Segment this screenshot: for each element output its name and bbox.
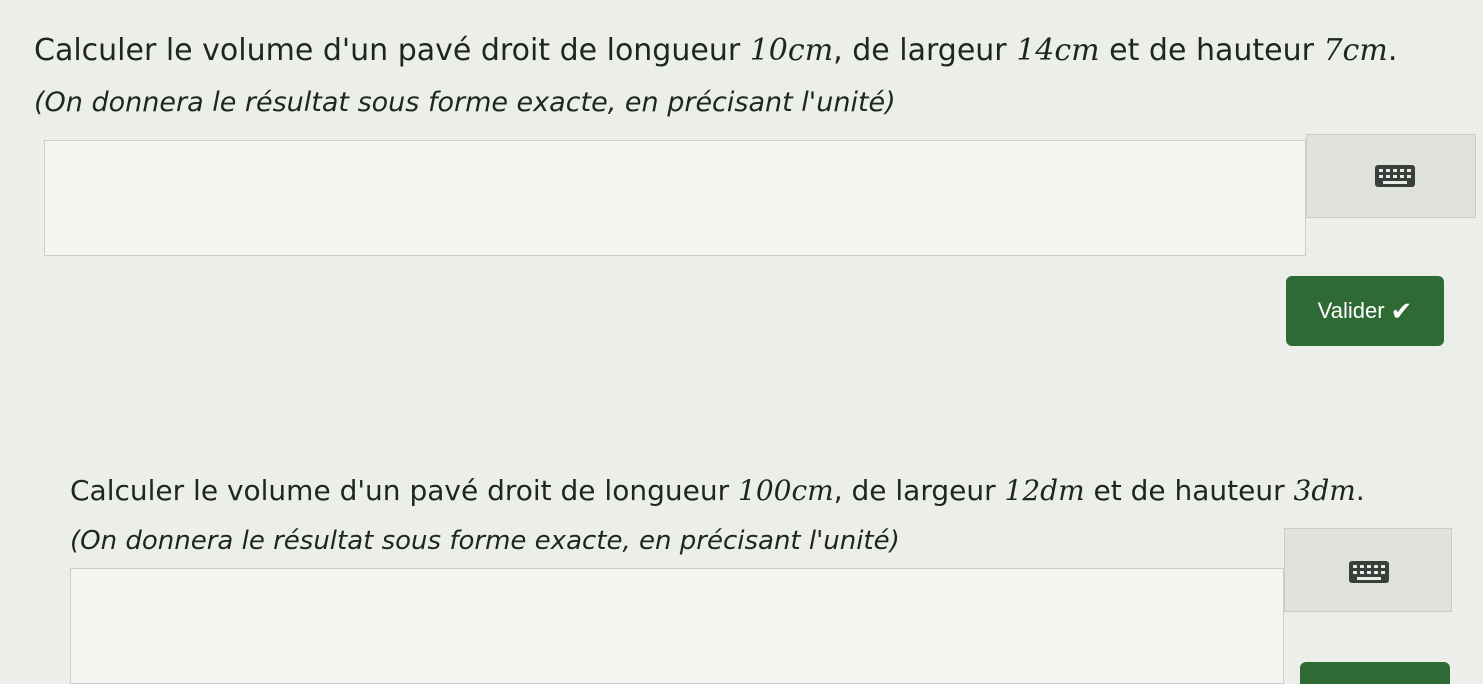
question1-length: 10cm [749,33,834,68]
question2-answer-input[interactable] [70,568,1284,684]
question1-keyboard-panel [1306,134,1476,218]
question1-width: 14cm [1016,33,1100,68]
question2-mid1: , de largeur [833,474,1005,507]
question1-text: Calculer le volume d'un pavé droit de lo… [34,34,1397,68]
validate-button-2[interactable] [1300,662,1450,684]
question2-text: Calculer le volume d'un pavé droit de lo… [70,474,1365,508]
question2-width: 12dm [1004,474,1085,507]
question2-keyboard-panel [1284,528,1452,612]
question1-mid1: , de largeur [833,33,1017,68]
check-icon: ✔ [1390,296,1413,326]
exercise-page: Calculer le volume d'un pavé droit de lo… [0,0,1483,684]
question2-instruction: (On donnera le résultat sous forme exact… [70,526,900,556]
keyboard-icon[interactable] [1349,561,1389,583]
question1-mid2: et de hauteur [1099,33,1324,68]
validate-button[interactable]: Valider ✔ [1286,276,1444,346]
question2-mid2: et de hauteur [1084,474,1294,507]
question2-length: 100cm [738,474,834,507]
validate-button-label: Valider [1317,298,1385,323]
question2-end: . [1355,474,1365,507]
question1-end: . [1387,33,1398,68]
question1-height: 7cm [1323,33,1388,68]
question1-prefix: Calculer le volume d'un pavé droit de lo… [34,33,750,68]
question2-prefix: Calculer le volume d'un pavé droit de lo… [70,474,738,507]
question1-instruction: (On donnera le résultat sous forme exact… [34,87,896,118]
keyboard-icon[interactable] [1375,165,1415,187]
question2-height: 3dm [1293,474,1356,507]
question1-answer-input[interactable] [44,140,1306,256]
